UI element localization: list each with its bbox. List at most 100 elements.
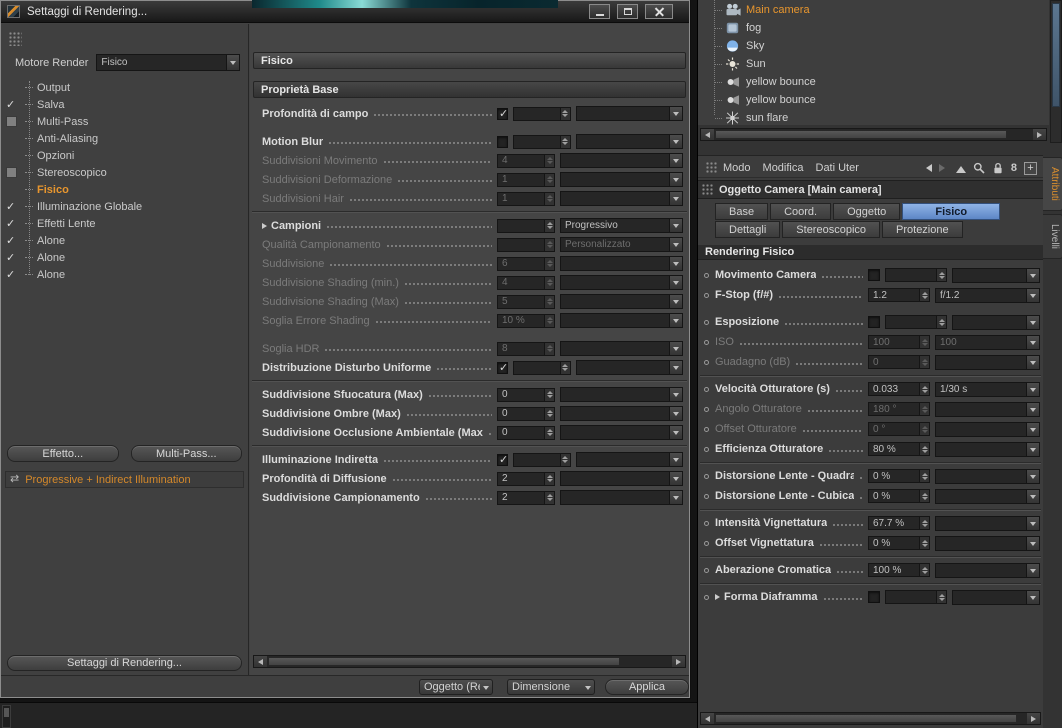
- spinner-arrows-icon[interactable]: [919, 517, 929, 529]
- dropdown[interactable]: Personalizzato: [560, 237, 683, 252]
- dropdown-arrow-icon[interactable]: [480, 682, 492, 693]
- dropdown-arrow-icon[interactable]: [669, 219, 682, 232]
- dropdown[interactable]: [560, 425, 683, 440]
- dropdown-arrow-icon[interactable]: [669, 135, 682, 148]
- number-field[interactable]: 0: [497, 425, 555, 440]
- settings-tree-item[interactable]: Alone: [1, 249, 248, 266]
- dropdown[interactable]: [560, 313, 683, 328]
- settings-tree-item[interactable]: Anti-Aliasing: [1, 130, 248, 147]
- dropdown[interactable]: [560, 471, 683, 486]
- spinner-arrows-icon[interactable]: [544, 472, 554, 485]
- keyframe-dot[interactable]: [704, 386, 709, 392]
- spinner-arrows-icon[interactable]: [919, 403, 929, 415]
- keyframe-dot[interactable]: [704, 540, 709, 546]
- spinner-arrows-icon[interactable]: [919, 470, 929, 482]
- dropdown[interactable]: [560, 490, 683, 505]
- object-row[interactable]: Main camera: [698, 1, 1049, 19]
- attribute-tab[interactable]: Oggetto: [833, 203, 901, 220]
- section-rendering-fisico[interactable]: Rendering Fisico: [698, 245, 1043, 260]
- dropdown[interactable]: [935, 441, 1040, 457]
- settings-tree-item[interactable]: Fisico: [1, 181, 248, 198]
- panel-grip[interactable]: [706, 162, 717, 174]
- object-row[interactable]: Sky: [698, 37, 1049, 55]
- new-panel-icon[interactable]: +: [1024, 161, 1037, 175]
- tree-item-check[interactable]: [1, 98, 25, 111]
- dropdown[interactable]: [560, 256, 683, 271]
- spinner-arrows-icon[interactable]: [919, 356, 929, 368]
- dropdown[interactable]: [935, 401, 1040, 417]
- number-field[interactable]: 1: [497, 172, 555, 187]
- panel-grip[interactable]: [9, 32, 22, 46]
- checkbox[interactable]: [497, 361, 508, 374]
- dropdown[interactable]: [560, 172, 683, 187]
- tree-item-check[interactable]: [1, 200, 25, 213]
- spinner-arrows-icon[interactable]: [919, 289, 929, 301]
- dropdown-arrow-icon[interactable]: [1026, 402, 1039, 416]
- number-field[interactable]: 10 %: [497, 313, 555, 328]
- dropdown-arrow-icon[interactable]: [1026, 516, 1039, 530]
- object-row[interactable]: sun flare: [698, 109, 1049, 125]
- spinner-arrows-icon[interactable]: [936, 269, 946, 281]
- settings-tree-item[interactable]: Illuminazione Globale: [1, 198, 248, 215]
- tree-item-check[interactable]: [1, 217, 25, 230]
- dropdown-arrow-icon[interactable]: [669, 426, 682, 439]
- settings-tree-item[interactable]: Alone: [1, 266, 248, 283]
- dropdown[interactable]: [560, 406, 683, 421]
- dimension-dropdown[interactable]: Dimensione: [507, 679, 595, 695]
- minimize-button[interactable]: [589, 4, 610, 19]
- number-field[interactable]: 67.7 %: [868, 516, 930, 530]
- panel-grip[interactable]: [702, 183, 713, 196]
- keyframe-dot[interactable]: [704, 339, 709, 345]
- object-row[interactable]: yellow bounce: [698, 91, 1049, 109]
- number-field[interactable]: 0.033: [868, 382, 930, 396]
- menu-modo[interactable]: Modo: [723, 162, 751, 174]
- dropdown-arrow-icon[interactable]: [669, 257, 682, 270]
- keyframe-dot[interactable]: [704, 292, 709, 298]
- spinner-arrows-icon[interactable]: [544, 173, 554, 186]
- search-icon[interactable]: [973, 162, 985, 174]
- number-field[interactable]: [512, 106, 571, 121]
- number-field[interactable]: 0 %: [868, 536, 930, 550]
- section-header-proprieta-base[interactable]: Proprietà Base: [253, 81, 686, 98]
- dropdown-arrow-icon[interactable]: [1026, 382, 1039, 396]
- dropdown[interactable]: 1/30 s: [935, 381, 1040, 397]
- spinner-arrows-icon[interactable]: [559, 361, 570, 374]
- number-field[interactable]: 2: [497, 490, 555, 505]
- dropdown[interactable]: Progressivo: [560, 218, 683, 233]
- dropdown[interactable]: f/1.2: [935, 287, 1040, 303]
- dropdown-arrow-icon[interactable]: [226, 55, 239, 70]
- dropdown-arrow-icon[interactable]: [669, 453, 682, 466]
- attribute-tab[interactable]: Fisico: [902, 203, 1001, 220]
- number-field[interactable]: 80 %: [868, 442, 930, 456]
- dropdown[interactable]: [935, 421, 1040, 437]
- settings-tree-item[interactable]: Effetti Lente: [1, 215, 248, 232]
- menu-modifica[interactable]: Modifica: [763, 162, 804, 174]
- spinner-arrows-icon[interactable]: [919, 423, 929, 435]
- number-field[interactable]: 0 %: [868, 469, 930, 483]
- object-row[interactable]: fog: [698, 19, 1049, 37]
- dropdown[interactable]: [935, 515, 1040, 531]
- spinner-arrows-icon[interactable]: [559, 453, 570, 466]
- history-back-icon[interactable]: [922, 164, 932, 172]
- number-field[interactable]: [512, 452, 571, 467]
- checkbox[interactable]: [868, 316, 880, 328]
- keyframe-dot[interactable]: [704, 446, 709, 452]
- keyframe-dot[interactable]: [704, 426, 709, 432]
- keyframe-dot[interactable]: [704, 406, 709, 412]
- spinner-arrows-icon[interactable]: [544, 342, 554, 355]
- spinner-arrows-icon[interactable]: [936, 316, 946, 328]
- dropdown[interactable]: [952, 589, 1040, 605]
- dropdown[interactable]: [560, 191, 683, 206]
- scrollbar-track[interactable]: [714, 713, 1027, 724]
- settings-tree-item[interactable]: Alone: [1, 232, 248, 249]
- dropdown-arrow-icon[interactable]: [1026, 422, 1039, 436]
- scroll-left-arrow[interactable]: [701, 129, 714, 140]
- checkbox[interactable]: [497, 453, 508, 466]
- spinner-arrows-icon[interactable]: [544, 426, 554, 439]
- manager-tab[interactable]: Attributi: [1043, 157, 1062, 211]
- number-field[interactable]: 5: [497, 294, 555, 309]
- dropdown[interactable]: [560, 275, 683, 290]
- menu-dati-utente[interactable]: Dati Uter: [816, 162, 859, 174]
- mini-scrollbar[interactable]: [2, 705, 11, 728]
- checkbox[interactable]: [497, 135, 508, 148]
